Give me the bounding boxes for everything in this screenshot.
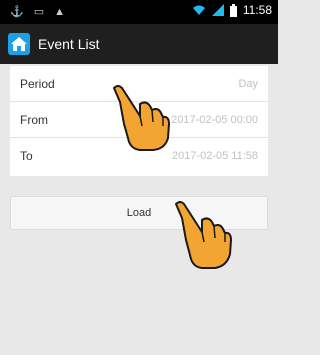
hand-pointer-icon [113, 85, 170, 151]
home-icon[interactable] [8, 33, 30, 55]
app-bar: Event List [0, 24, 278, 64]
status-right-icons: 11:58 [192, 3, 272, 17]
sd-card-icon: ▭ [33, 6, 45, 18]
period-value[interactable]: Day [238, 78, 258, 90]
page-title: Event List [38, 36, 100, 52]
to-label: To [20, 149, 33, 163]
status-bar: ⚓ ▭ ▲ 11:58 [0, 0, 278, 24]
signal-icon [211, 4, 224, 16]
status-time: 11:58 [242, 3, 272, 17]
from-label: From [20, 112, 48, 127]
hand-pointer-icon [175, 201, 232, 269]
status-left-icons: ⚓ ▭ ▲ [10, 4, 65, 20]
warning-icon: ▲ [54, 6, 65, 18]
wifi-icon [192, 5, 205, 15]
period-label: Period [20, 76, 55, 91]
to-value[interactable]: 2017-02-05 11:58 [172, 150, 258, 162]
battery-icon [229, 3, 237, 17]
usb-icon: ⚓ [10, 6, 24, 18]
from-value[interactable]: 2017-02-05 00:00 [171, 114, 258, 126]
